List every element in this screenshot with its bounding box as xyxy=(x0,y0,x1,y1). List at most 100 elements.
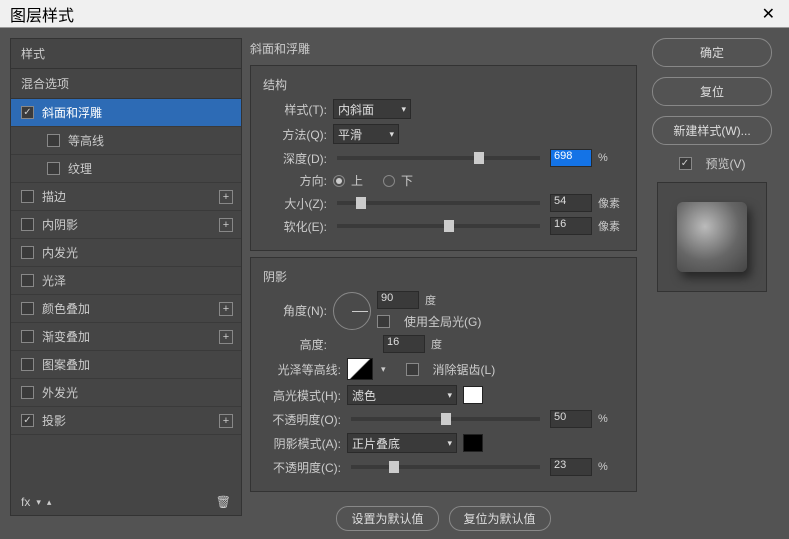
style-checkbox[interactable] xyxy=(21,302,34,315)
shadow-opacity-label: 不透明度(C): xyxy=(263,459,341,476)
style-checkbox[interactable] xyxy=(21,246,34,259)
chevron-down-icon[interactable]: ▾ xyxy=(36,497,41,508)
angle-input[interactable]: 90 xyxy=(377,291,419,309)
dialog-content: 样式 混合选项 斜面和浮雕等高线纹理描边 + 内阴影 + 内发光光泽颜色叠加 + 渐变叠加 +… xyxy=(0,28,789,526)
style-item-9[interactable]: 图案叠加 xyxy=(11,351,241,379)
style-item-4[interactable]: 内阴影 + xyxy=(11,211,241,239)
soften-input[interactable]: 16 xyxy=(550,217,592,235)
styles-list-panel: 样式 混合选项 斜面和浮雕等高线纹理描边 + 内阴影 + 内发光光泽颜色叠加 + 渐变叠加 +… xyxy=(10,38,242,516)
styles-header[interactable]: 样式 xyxy=(11,39,241,69)
soften-unit: 像素 xyxy=(598,218,624,234)
style-item-label: 颜色叠加 xyxy=(42,300,90,317)
style-item-label: 等高线 xyxy=(68,132,104,149)
style-item-5[interactable]: 内发光 xyxy=(11,239,241,267)
make-default-button[interactable]: 设置为默认值 xyxy=(336,506,438,531)
style-item-label: 渐变叠加 xyxy=(42,328,90,345)
style-item-2[interactable]: 纹理 xyxy=(11,155,241,183)
style-item-10[interactable]: 外发光 xyxy=(11,379,241,407)
antialias-checkbox[interactable] xyxy=(406,363,419,376)
depth-input[interactable]: 698 xyxy=(550,149,592,167)
highlight-opacity-label: 不透明度(O): xyxy=(263,411,341,428)
size-slider[interactable] xyxy=(337,201,540,205)
style-checkbox[interactable] xyxy=(21,414,34,427)
trash-icon[interactable]: 🗑 xyxy=(216,495,231,509)
direction-up-radio[interactable] xyxy=(333,175,345,187)
style-select[interactable]: 内斜面▾ xyxy=(333,99,411,119)
new-style-button[interactable]: 新建样式(W)... xyxy=(652,116,772,145)
styles-list: 斜面和浮雕等高线纹理描边+内阴影+内发光光泽颜色叠加+渐变叠加+图案叠加外发光投… xyxy=(11,99,241,435)
shadow-opacity-slider[interactable] xyxy=(351,465,540,469)
fx-label[interactable]: fx xyxy=(21,495,30,509)
soften-label: 软化(E): xyxy=(263,218,327,235)
style-item-0[interactable]: 斜面和浮雕 xyxy=(11,99,241,127)
titlebar: 图层样式 ✕ xyxy=(0,0,789,28)
highlight-opacity-slider[interactable] xyxy=(351,417,540,421)
highlight-mode-label: 高光模式(H): xyxy=(263,387,341,404)
angle-label: 角度(N): xyxy=(263,302,327,319)
size-unit: 像素 xyxy=(598,195,624,211)
structure-group: 结构 样式(T): 内斜面▾ 方法(Q): 平滑▾ 深度(D): 698 % xyxy=(250,65,637,251)
plus-icon[interactable]: + xyxy=(219,414,233,428)
altitude-input[interactable]: 16 xyxy=(383,335,425,353)
style-checkbox[interactable] xyxy=(47,162,60,175)
style-checkbox[interactable] xyxy=(21,330,34,343)
style-item-11[interactable]: 投影 + xyxy=(11,407,241,435)
soften-slider[interactable] xyxy=(337,224,540,228)
style-checkbox[interactable] xyxy=(47,134,60,147)
direction-down-radio[interactable] xyxy=(383,175,395,187)
size-input[interactable]: 54 xyxy=(550,194,592,212)
global-light-label: 使用全局光(G) xyxy=(404,313,481,330)
chevron-up-icon[interactable]: ▴ xyxy=(47,497,52,508)
depth-slider[interactable] xyxy=(337,156,540,160)
style-item-label: 图案叠加 xyxy=(42,356,90,373)
cancel-button[interactable]: 复位 xyxy=(652,77,772,106)
style-item-1[interactable]: 等高线 xyxy=(11,127,241,155)
bevel-emboss-title: 斜面和浮雕 xyxy=(250,38,637,59)
style-checkbox[interactable] xyxy=(21,358,34,371)
shadow-color-swatch[interactable] xyxy=(463,434,483,452)
style-item-3[interactable]: 描边 + xyxy=(11,183,241,211)
preview-checkbox[interactable] xyxy=(679,157,692,170)
shadow-opacity-input[interactable]: 23 xyxy=(550,458,592,476)
style-item-label: 投影 xyxy=(42,412,66,429)
chevron-down-icon[interactable]: ▾ xyxy=(381,364,386,375)
style-item-6[interactable]: 光泽 xyxy=(11,267,241,295)
gloss-contour-picker[interactable] xyxy=(347,358,373,380)
right-panel: 确定 复位 新建样式(W)... 预览(V) xyxy=(645,38,779,516)
settings-panel: 斜面和浮雕 结构 样式(T): 内斜面▾ 方法(Q): 平滑▾ 深度(D): 6… xyxy=(250,38,637,516)
plus-icon[interactable]: + xyxy=(219,218,233,232)
style-checkbox[interactable] xyxy=(21,386,34,399)
highlight-opacity-input[interactable]: 50 xyxy=(550,410,592,428)
angle-dial[interactable] xyxy=(333,292,371,330)
highlight-color-swatch[interactable] xyxy=(463,386,483,404)
direction-label: 方向: xyxy=(263,172,327,189)
style-item-label: 斜面和浮雕 xyxy=(42,104,102,121)
left-footer: fx ▾ ▴ 🗑 xyxy=(11,489,241,515)
global-light-checkbox[interactable] xyxy=(377,315,390,328)
style-item-label: 光泽 xyxy=(42,272,66,289)
style-checkbox[interactable] xyxy=(21,190,34,203)
style-checkbox[interactable] xyxy=(21,106,34,119)
plus-icon[interactable]: + xyxy=(219,330,233,344)
style-checkbox[interactable] xyxy=(21,218,34,231)
angle-unit: 度 xyxy=(425,292,451,308)
technique-select[interactable]: 平滑▾ xyxy=(333,124,399,144)
chevron-down-icon: ▾ xyxy=(447,390,452,401)
style-checkbox[interactable] xyxy=(21,274,34,287)
gloss-contour-label: 光泽等高线: xyxy=(263,361,341,378)
style-item-7[interactable]: 颜色叠加 + xyxy=(11,295,241,323)
reset-default-button[interactable]: 复位为默认值 xyxy=(449,506,551,531)
style-item-8[interactable]: 渐变叠加 + xyxy=(11,323,241,351)
plus-icon[interactable]: + xyxy=(219,302,233,316)
altitude-label: 高度: xyxy=(263,336,327,353)
preview-thumbnail xyxy=(677,202,747,272)
style-item-label: 描边 xyxy=(42,188,66,205)
ok-button[interactable]: 确定 xyxy=(652,38,772,67)
technique-label: 方法(Q): xyxy=(263,126,327,143)
blend-options-header[interactable]: 混合选项 xyxy=(11,69,241,99)
plus-icon[interactable]: + xyxy=(219,190,233,204)
style-item-label: 内阴影 xyxy=(42,216,78,233)
highlight-mode-select[interactable]: 滤色▾ xyxy=(347,385,457,405)
close-icon[interactable]: ✕ xyxy=(756,4,781,24)
shadow-mode-select[interactable]: 正片叠底▾ xyxy=(347,433,457,453)
